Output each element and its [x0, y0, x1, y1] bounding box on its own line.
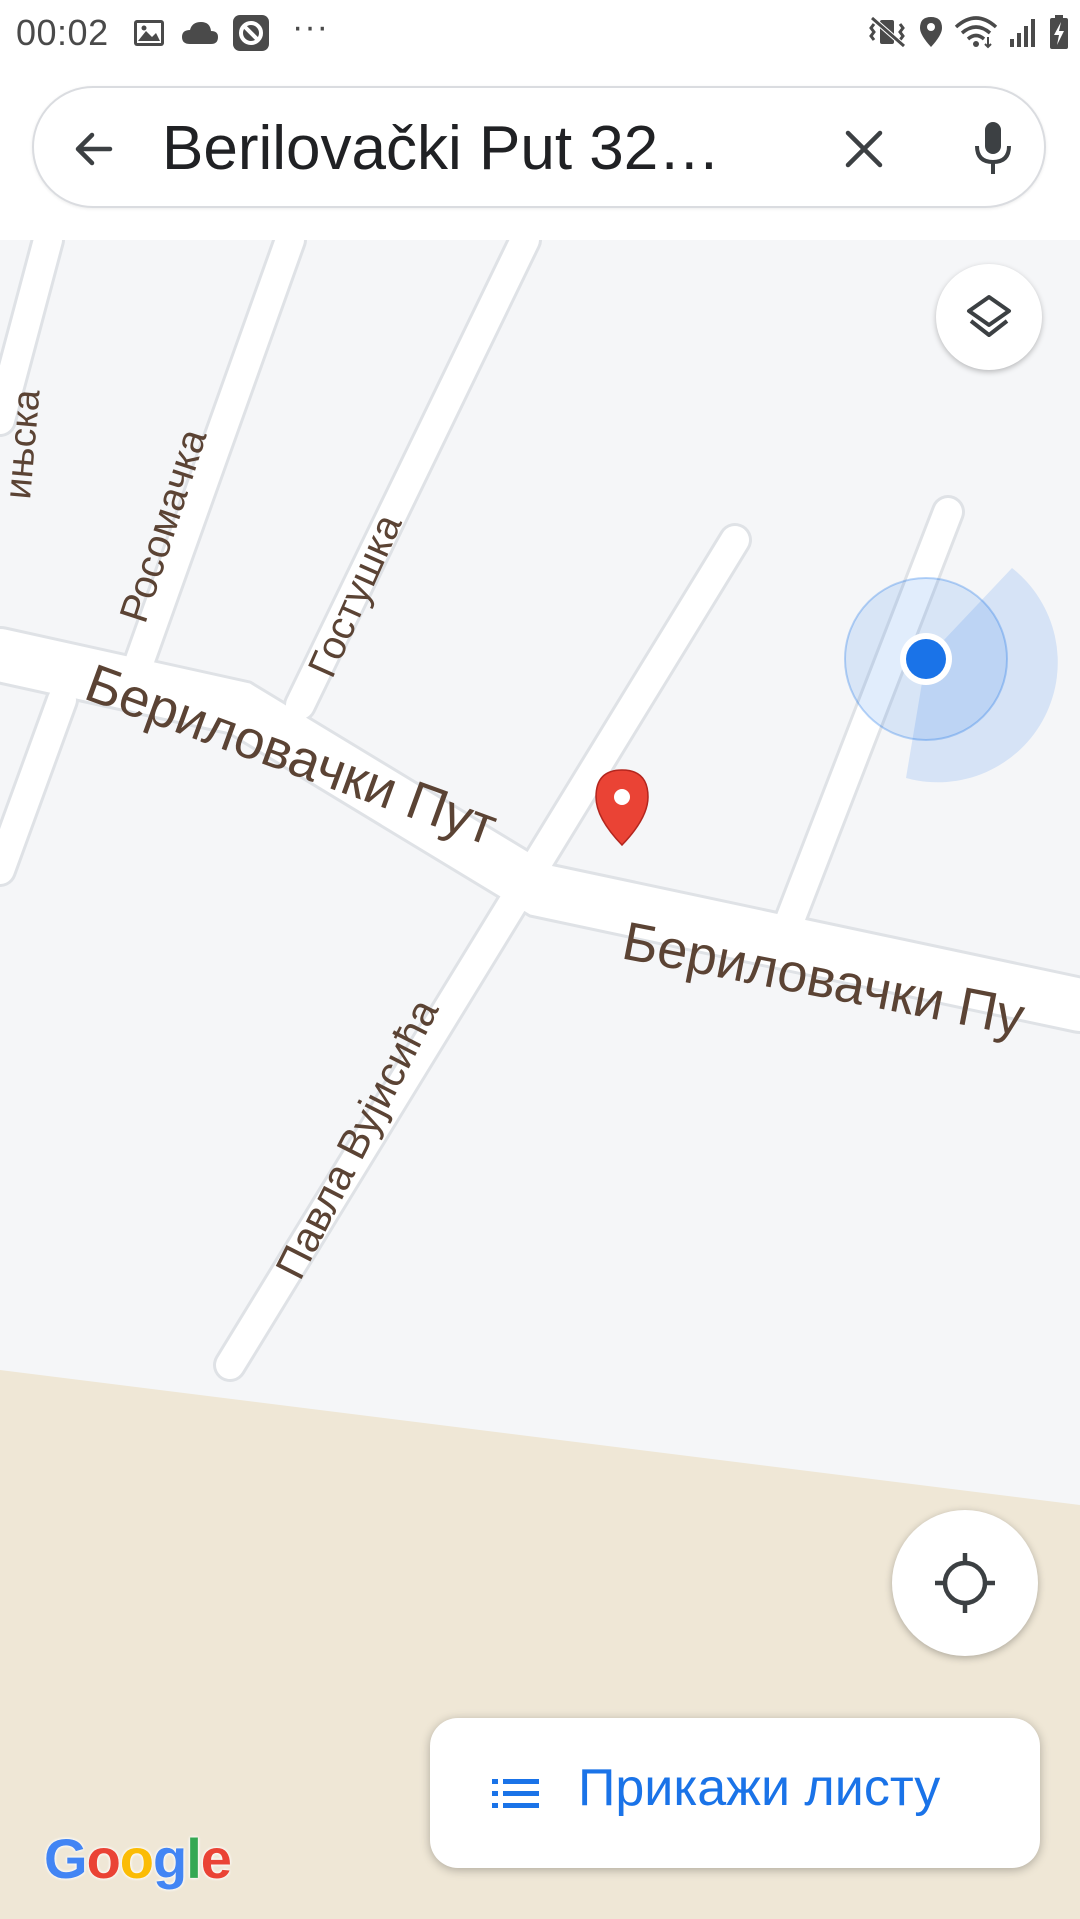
app-icon — [232, 14, 270, 52]
microphone-icon — [975, 122, 1011, 174]
show-list-label: Прикажи листу — [578, 1759, 941, 1817]
location-icon — [918, 15, 944, 54]
close-icon — [845, 130, 883, 168]
my-location-button[interactable] — [892, 1510, 1038, 1656]
search-area: Berilovački Put 32… — [0, 68, 1080, 240]
voice-search-button[interactable] — [960, 115, 1026, 181]
arrow-left-icon — [75, 132, 113, 166]
layers-button[interactable] — [936, 264, 1042, 370]
back-button[interactable] — [64, 119, 124, 179]
show-list-button[interactable]: Прикажи листу — [430, 1718, 1040, 1868]
more-dots-icon: ··· — [292, 8, 329, 46]
cloud-icon — [180, 16, 220, 50]
wifi-icon — [954, 15, 998, 54]
search-query[interactable]: Berilovački Put 32… — [162, 110, 802, 188]
layers-icon — [967, 295, 1011, 337]
google-logo: Google — [44, 1827, 232, 1890]
battery-charging-icon — [1048, 14, 1070, 55]
map-view[interactable]: Бериловачки Пут Бериловачки Пу Росомачка… — [0, 240, 1080, 1919]
status-right-icons — [868, 14, 1070, 54]
search-bar[interactable]: Berilovački Put 32… — [32, 86, 1046, 208]
status-time: 00:02 — [16, 12, 109, 53]
my-location-crosshair-icon — [935, 1553, 995, 1613]
signal-icon — [1008, 15, 1038, 54]
map-canvas[interactable]: Бериловачки Пут Бериловачки Пу Росомачка… — [0, 240, 1080, 1919]
image-icon — [132, 16, 166, 50]
status-bar: 00:02 ··· — [0, 0, 1080, 68]
mute-vibrate-icon — [868, 15, 908, 54]
clear-search-button[interactable] — [834, 119, 894, 179]
list-icon — [492, 1779, 539, 1808]
